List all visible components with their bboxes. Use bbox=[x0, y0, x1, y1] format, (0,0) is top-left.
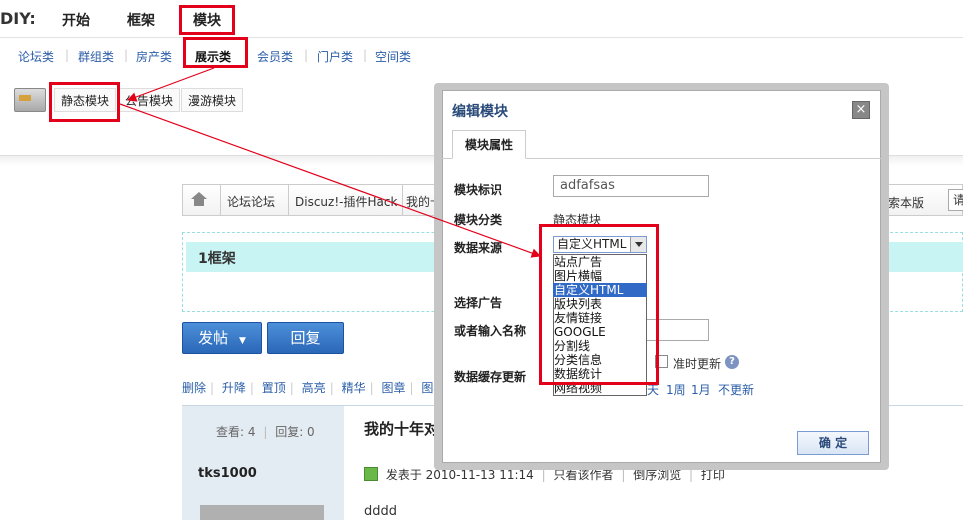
diy-toolbar: DIY: 开始 框架 模块 bbox=[0, 0, 963, 38]
post-body: dddd bbox=[364, 504, 398, 519]
confirm-button[interactable]: 确 定 bbox=[797, 431, 869, 455]
diy-tab-start[interactable]: 开始 bbox=[62, 10, 90, 30]
label-or-name: 或者输入名称 bbox=[454, 324, 527, 338]
reply-button[interactable]: 回复 bbox=[267, 322, 344, 354]
chevron-down-icon: ▼ bbox=[238, 336, 246, 346]
crumb-divider bbox=[279, 185, 289, 215]
label-module-category: 模块分类 bbox=[454, 213, 503, 227]
avatar[interactable] bbox=[200, 505, 324, 520]
diy-label: DIY: bbox=[0, 9, 36, 28]
module-roam[interactable]: 漫游模块 bbox=[181, 88, 244, 112]
cache-week[interactable]: 1周 bbox=[666, 381, 686, 398]
views-count: 查看: 4 bbox=[216, 425, 256, 439]
tool-digest[interactable]: 精华 bbox=[342, 381, 366, 395]
post-button[interactable]: 发帖 ▼ bbox=[182, 322, 262, 354]
tab-divider: | bbox=[65, 48, 70, 62]
diy-tab-frame[interactable]: 框架 bbox=[127, 10, 155, 30]
thread-title: 我的十年对 bbox=[364, 420, 440, 438]
annotation-box bbox=[183, 37, 248, 68]
author-name[interactable]: tks1000 bbox=[198, 466, 257, 481]
tool-delete[interactable]: 删除 bbox=[182, 381, 206, 395]
label-data-source: 数据来源 bbox=[454, 241, 503, 255]
crumb-divider bbox=[211, 185, 221, 215]
dialog-title: 编辑模块 bbox=[452, 104, 508, 120]
crumb-plugin[interactable]: Discuz!-插件Hack bbox=[295, 193, 397, 210]
module-category-tabs: 论坛类 | 群组类 | 房产类 展示类 会员类 | 门户类 | 空间类 bbox=[0, 38, 963, 70]
annotation-box bbox=[179, 5, 235, 35]
label-module-id: 模块标识 bbox=[454, 183, 503, 197]
module-notice[interactable]: 公告模块 bbox=[118, 88, 181, 112]
tab-divider: | bbox=[304, 48, 309, 62]
tab-house[interactable]: 房产类 bbox=[136, 48, 172, 65]
module-id-input[interactable]: adfafsas bbox=[553, 175, 709, 197]
module-folder-icon bbox=[14, 88, 46, 112]
moderator-tools: 删除| 升降| 置顶| 高亮| 精华| 图章| 图标| 关 bbox=[182, 379, 477, 396]
help-icon[interactable]: ? bbox=[725, 355, 739, 369]
annotation-box bbox=[49, 82, 120, 122]
thread-stats: 查看: 4 | 回复: 0 bbox=[216, 425, 315, 439]
tab-group[interactable]: 群组类 bbox=[78, 48, 114, 65]
label-cache-update: 数据缓存更新 bbox=[454, 370, 527, 384]
print-link[interactable]: 打印 bbox=[701, 468, 725, 482]
replies-count: 回复: 0 bbox=[275, 425, 315, 439]
tab-forum[interactable]: 论坛类 bbox=[18, 48, 54, 65]
tool-move[interactable]: 升降 bbox=[222, 381, 246, 395]
only-author-link[interactable]: 只看该作者 bbox=[553, 468, 613, 482]
home-icon[interactable] bbox=[191, 192, 207, 206]
post-button-label: 发帖 bbox=[198, 329, 229, 347]
crumb-divider bbox=[393, 185, 403, 215]
tab-module-properties[interactable]: 模块属性 bbox=[452, 130, 526, 159]
cache-never[interactable]: 不更新 bbox=[718, 381, 754, 398]
close-icon[interactable]: × bbox=[852, 101, 870, 119]
tool-highlight[interactable]: 高亮 bbox=[302, 381, 326, 395]
realtime-update-label: 准时更新 bbox=[673, 357, 722, 371]
tool-stamp[interactable]: 图章 bbox=[381, 381, 405, 395]
online-user-icon bbox=[364, 467, 378, 481]
label-select-ad: 选择广告 bbox=[454, 296, 503, 310]
tool-sticky[interactable]: 置顶 bbox=[262, 381, 286, 395]
annotation-box bbox=[539, 224, 659, 385]
tab-member[interactable]: 会员类 bbox=[257, 48, 293, 65]
posted-time: 发表于 2010-11-13 11:14 bbox=[385, 468, 534, 482]
tab-portal[interactable]: 门户类 bbox=[317, 48, 353, 65]
tab-space[interactable]: 空间类 bbox=[375, 48, 411, 65]
reverse-order-link[interactable]: 倒序浏览 bbox=[633, 468, 681, 482]
cache-month[interactable]: 1月 bbox=[691, 381, 711, 398]
crumb-forum[interactable]: 论坛论坛 bbox=[227, 193, 275, 210]
search-input[interactable]: 请 bbox=[948, 189, 963, 211]
tab-divider: | bbox=[124, 48, 129, 62]
tab-divider: | bbox=[363, 48, 368, 62]
